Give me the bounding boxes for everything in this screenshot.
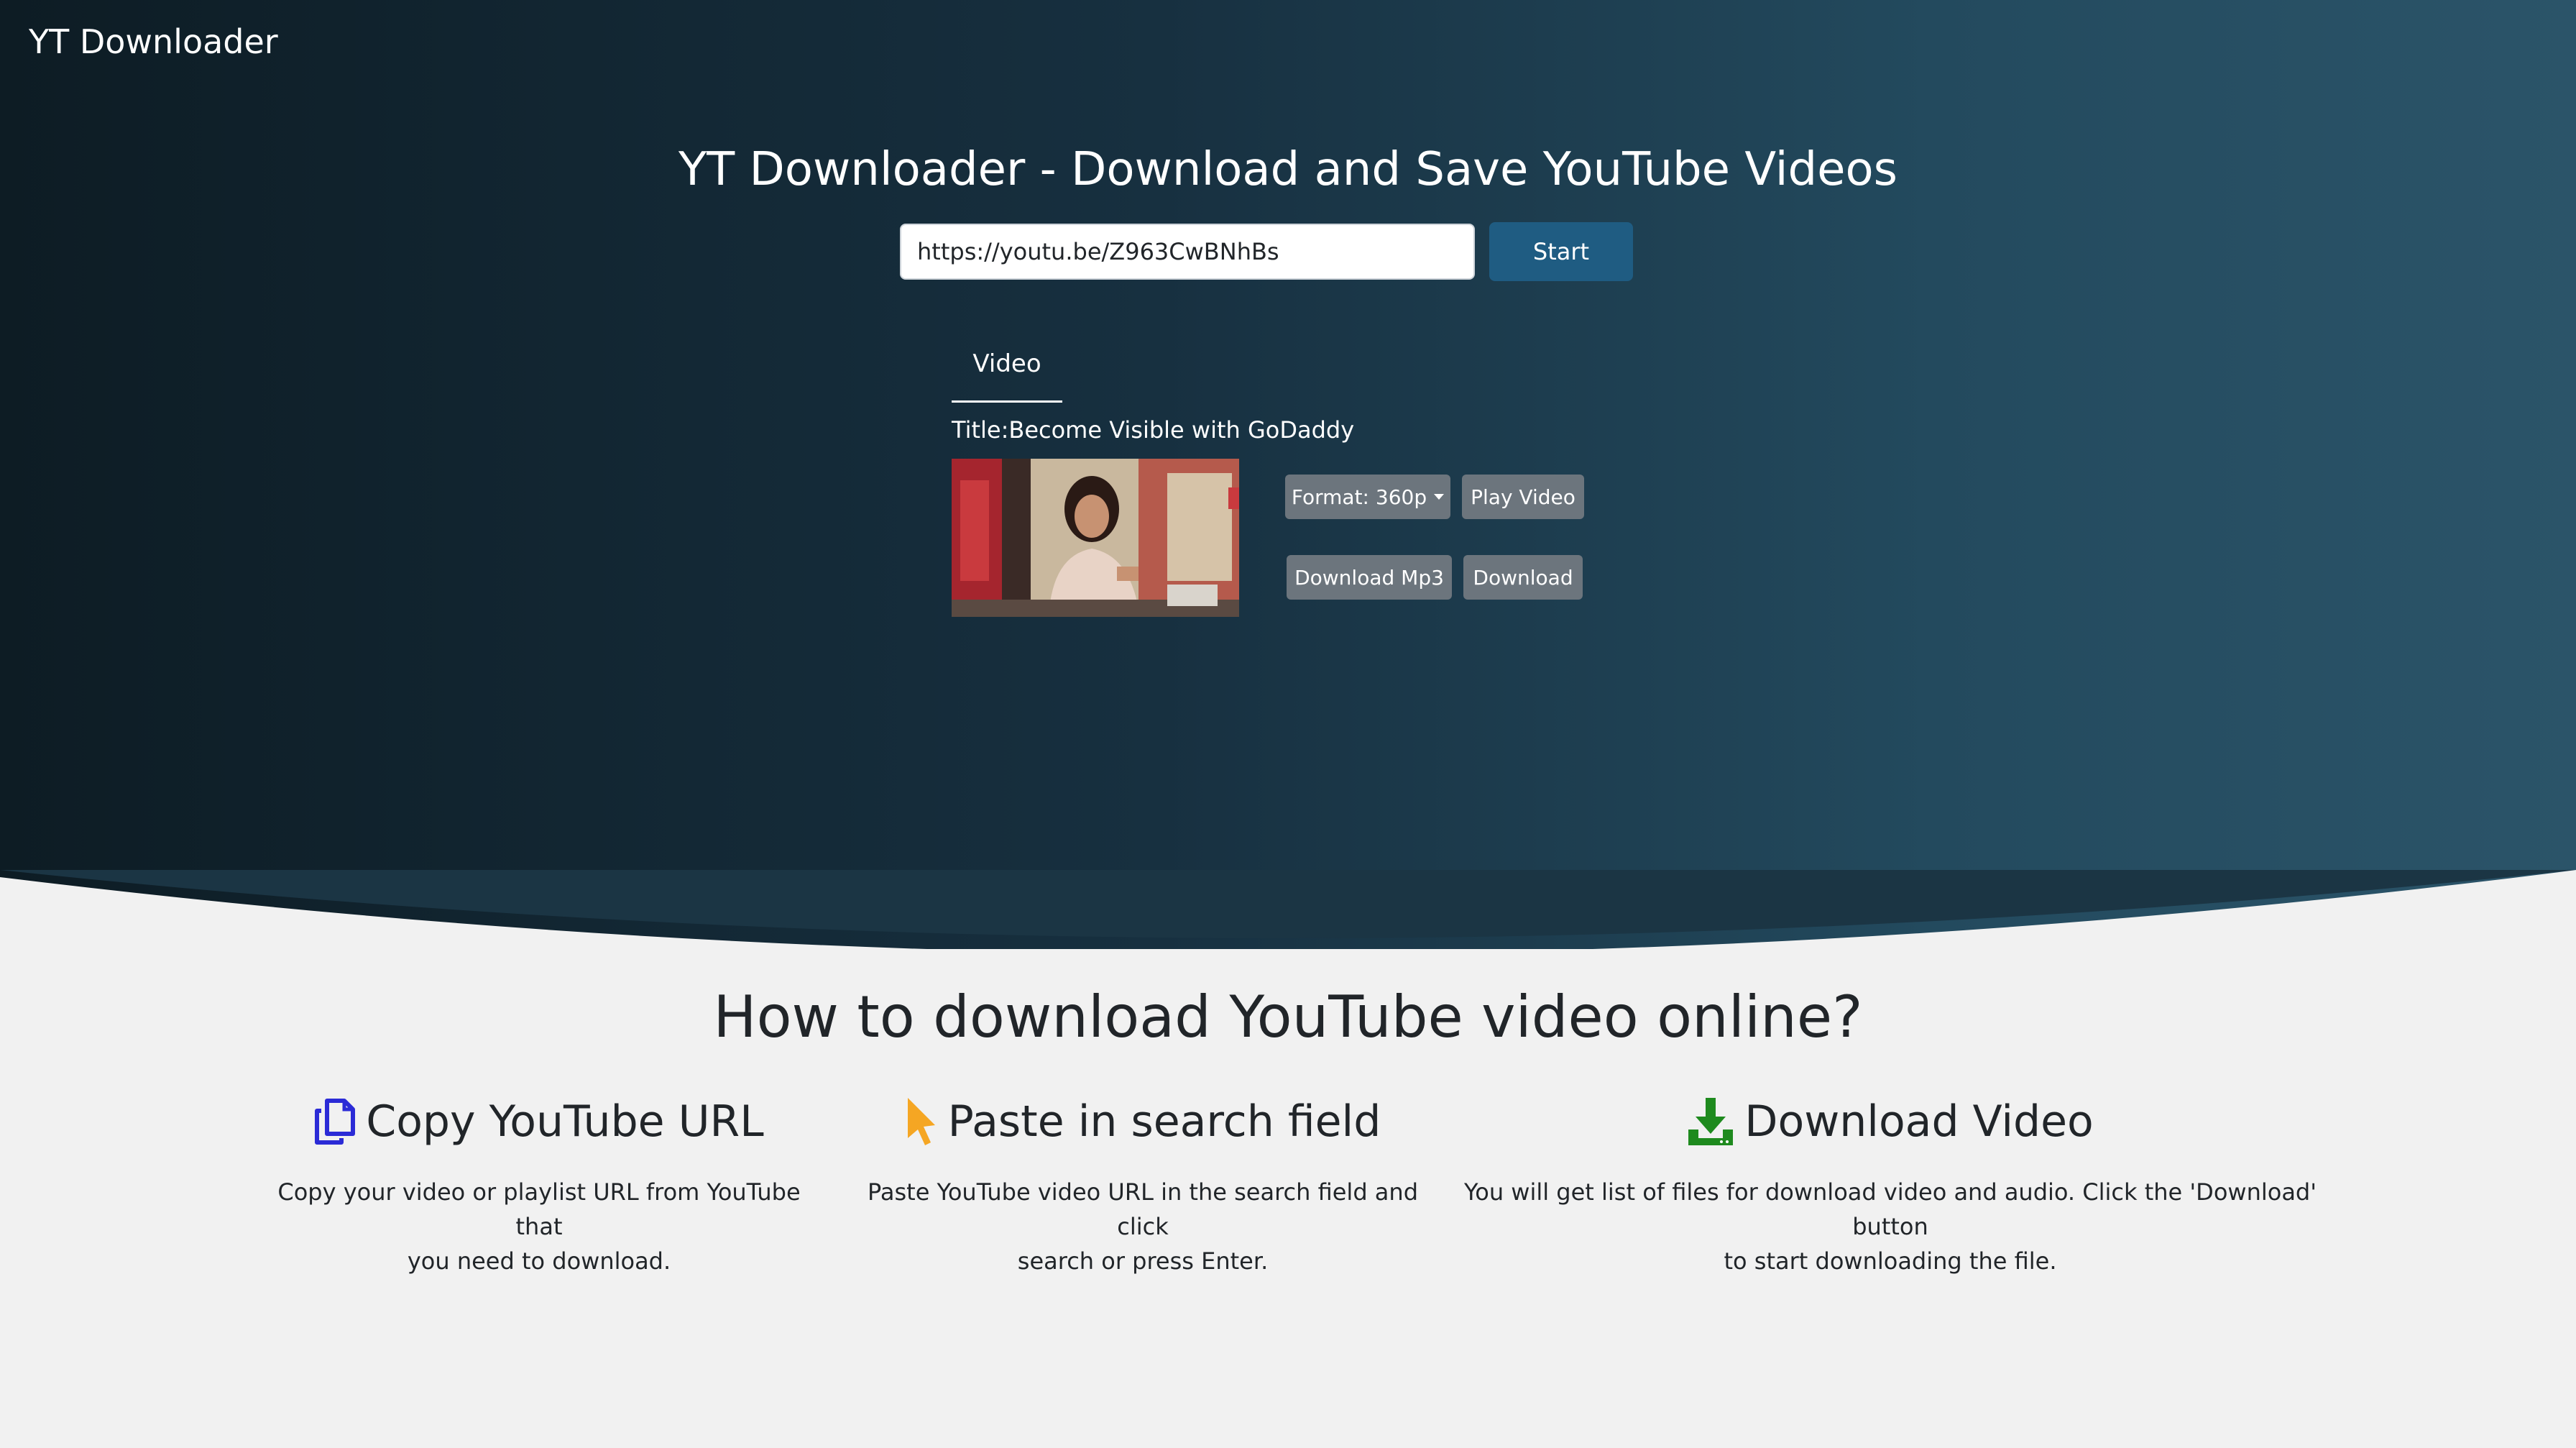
brand-logo-text[interactable]: YT Downloader [29,20,278,63]
play-video-button[interactable]: Play Video [1462,475,1584,519]
step-heading: Download Video [1744,1096,2094,1147]
download-mp3-button[interactable]: Download Mp3 [1287,555,1452,600]
caret-down-icon [1434,494,1445,500]
hero-wave-divider [0,870,2576,963]
step-heading: Copy YouTube URL [366,1096,764,1147]
tab-video[interactable]: Video [952,342,1062,403]
page-title: YT Downloader - Download and Save YouTub… [678,143,1898,196]
video-thumbnail [952,459,1239,617]
format-dropdown-button[interactable]: Format: 360p [1285,475,1450,519]
url-input[interactable] [900,224,1475,280]
step-description: to start downloading the file. [1724,1247,2057,1275]
step-description: you need to download. [407,1247,671,1275]
step-heading: Paste in search field [947,1096,1381,1147]
video-title: Title:Become Visible with GoDaddy [952,416,1355,444]
howto-title: How to download YouTube video online? [713,984,1863,1050]
pointer-icon [907,1098,935,1145]
start-button[interactable]: Start [1489,222,1633,281]
step-download: Download Video You will get list of file… [1459,1093,2322,1278]
step-description: Copy your video or playlist URL from You… [277,1178,801,1240]
download-button[interactable]: Download [1463,555,1583,600]
format-label: Format: 360p [1291,485,1427,509]
step-description: Paste YouTube video URL in the search fi… [868,1178,1418,1240]
step-copy-url: Copy YouTube URL Copy your video or play… [266,1093,812,1278]
step-paste: Paste in search field Paste YouTube vide… [855,1093,1430,1278]
step-description: search or press Enter. [1017,1247,1269,1275]
download-icon [1688,1098,1734,1145]
step-description: You will get list of files for download … [1463,1178,2317,1240]
copy-icon [315,1099,356,1145]
